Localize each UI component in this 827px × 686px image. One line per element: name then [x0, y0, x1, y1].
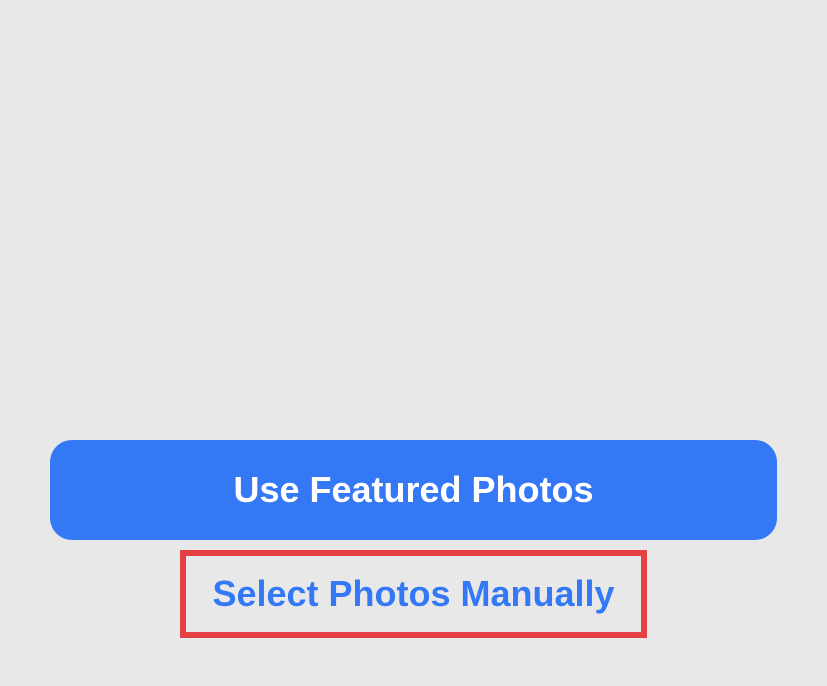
highlight-annotation: Select Photos Manually [180, 550, 646, 638]
button-container: Use Featured Photos Select Photos Manual… [50, 440, 777, 638]
use-featured-photos-button[interactable]: Use Featured Photos [50, 440, 777, 540]
select-photos-manually-button[interactable]: Select Photos Manually [186, 556, 640, 632]
